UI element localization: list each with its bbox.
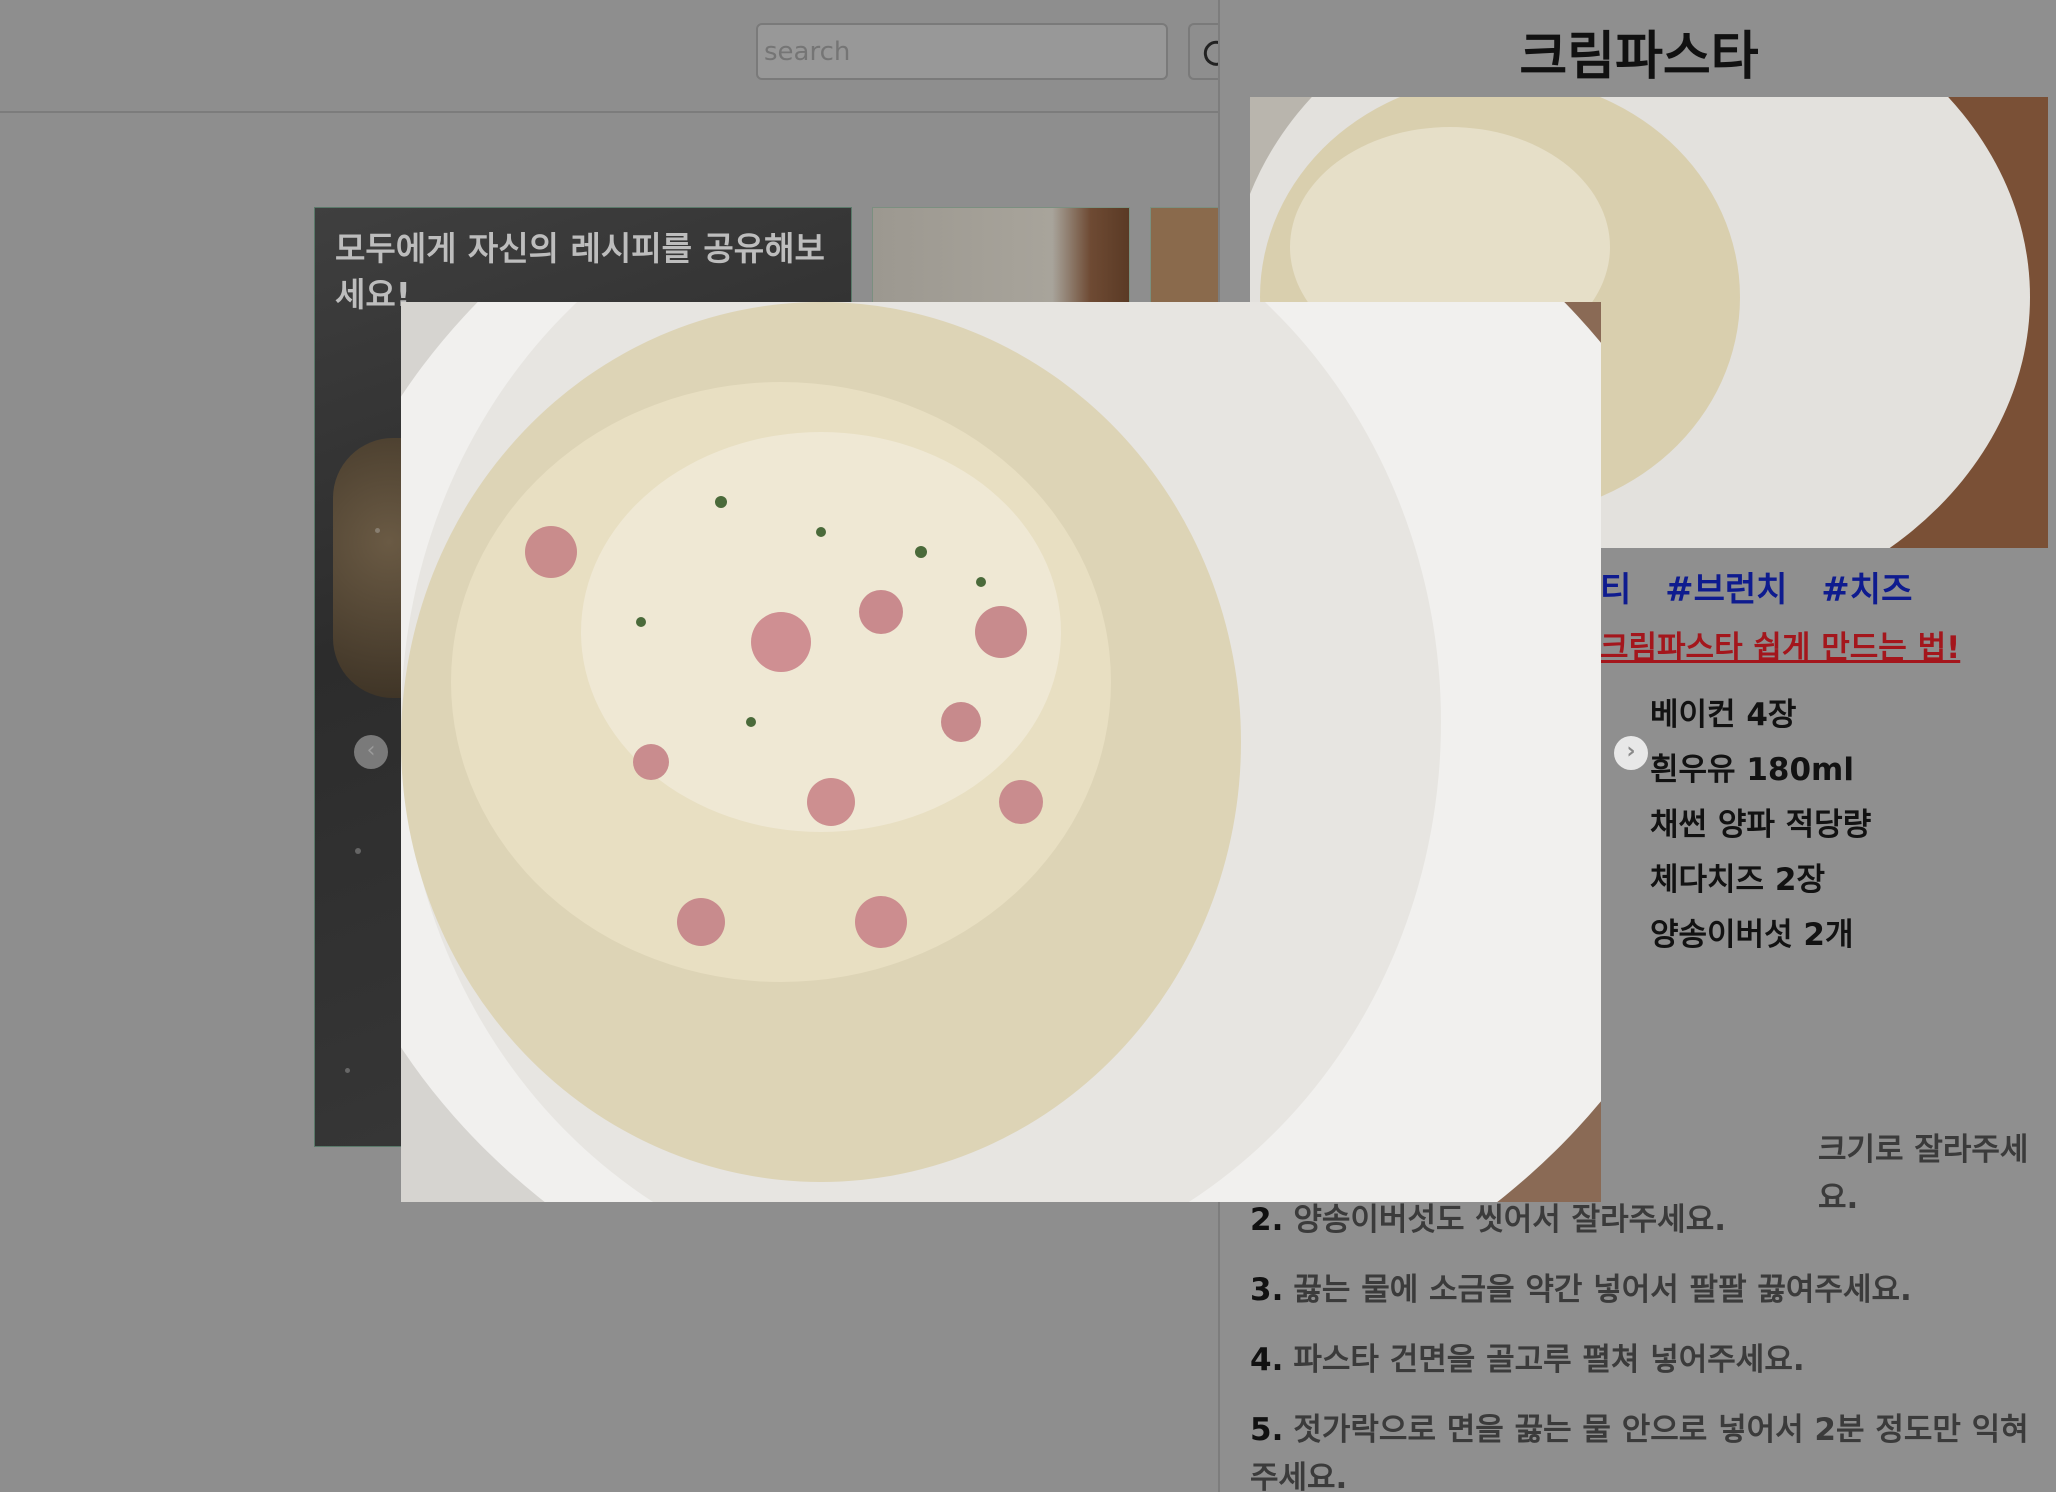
step-text: 파스타 건면을 골고루 펼쳐 넣어주세요. [1293,1342,1805,1378]
chevron-left-icon[interactable]: ‹ [354,735,388,769]
recipe-title: 크림파스타 [1519,27,1759,87]
tag[interactable]: #치즈 [1821,570,1912,610]
chevron-right-icon[interactable]: › [1614,736,1648,770]
tag[interactable]: 티 [1600,570,1631,610]
step-text: 끓는 물에 소금을 약간 넣어서 팔팔 끓여주세요. [1293,1272,1912,1308]
top-bar [0,0,1228,113]
tag[interactable]: #브런치 [1665,570,1787,610]
recipe-thumbnail[interactable] [1150,207,1220,307]
step-item: 5. 젓가락으로 면을 끓는 물 안으로 넣어서 2분 정도만 익혀주세요. [1250,1406,2040,1492]
step-list: 2. 양송이버섯도 씻어서 잘라주세요. 3. 끓는 물에 소금을 약간 넣어서 팔… [1250,1196,2040,1492]
step-item: 3. 끓는 물에 소금을 약간 넣어서 팔팔 끓여주세요. [1250,1266,2040,1314]
step-item: 4. 파스타 건면을 골고루 펼쳐 넣어주세요. [1250,1336,2040,1384]
recipe-thumbnail[interactable] [872,207,1130,307]
image-lightbox[interactable] [401,302,1601,1202]
step-text: 젓가락으로 면을 끓는 물 안으로 넣어서 2분 정도만 익혀주세요. [1250,1412,2029,1492]
step-number: 2. [1250,1202,1284,1238]
ingredient-item: 흰우유 180ml [1650,752,1854,788]
video-link[interactable]: 크림파스타 쉽게 만드는 법! [1600,622,1960,667]
step-item: 2. 양송이버섯도 씻어서 잘라주세요. [1250,1196,2040,1244]
recipe-tags: 티 #브런치 #치즈 [1600,562,1934,611]
ingredient-item: 채썬 양파 적당량 [1650,807,1872,843]
ingredient-item: 양송이버섯 2개 [1650,917,1854,953]
ingredient-item: 베이컨 4장 [1650,697,1797,733]
ingredient-list: 베이컨 4장 흰우유 180ml 채썬 양파 적당량 체다치즈 2장 양송이버섯… [1650,694,1871,969]
step-number: 4. [1250,1342,1284,1378]
step-number: 5. [1250,1412,1284,1448]
search-input[interactable] [756,23,1168,80]
ingredient-item: 체다치즈 2장 [1650,862,1825,898]
step-number: 3. [1250,1272,1284,1308]
step-text: 양송이버섯도 씻어서 잘라주세요. [1293,1202,1726,1238]
